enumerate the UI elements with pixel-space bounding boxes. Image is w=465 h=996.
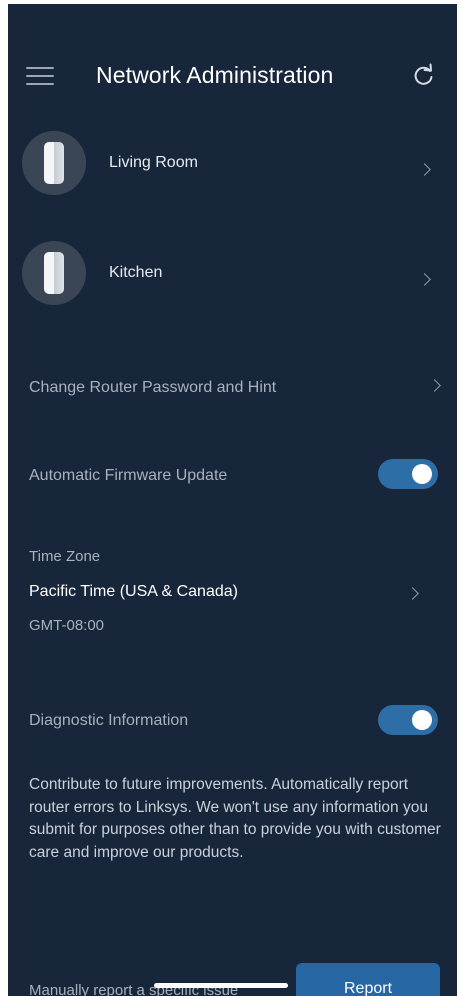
router-node-icon: [22, 131, 86, 195]
timezone-label: Time Zone: [29, 548, 101, 565]
chevron-right-icon[interactable]: [406, 587, 419, 600]
change-password-label: Change Router Password and Hint: [29, 379, 277, 396]
chevron-right-icon: [418, 273, 431, 286]
chevron-right-icon: [428, 379, 441, 392]
node-row-living-room[interactable]: Living Room: [8, 131, 457, 201]
firmware-update-toggle[interactable]: [378, 459, 438, 489]
toggle-knob: [412, 710, 432, 730]
chevron-right-icon: [418, 163, 431, 176]
diagnostic-info-toggle[interactable]: [378, 705, 438, 735]
node-row-kitchen[interactable]: Kitchen: [8, 241, 457, 311]
home-indicator: [154, 983, 288, 988]
timezone-offset: GMT-08:00: [29, 617, 105, 634]
network-administration-screen: Network Administration Living Room Kitch…: [8, 4, 457, 996]
change-password-row[interactable]: Change Router Password and Hint: [8, 372, 457, 412]
diagnostic-description: Contribute to future improvements. Autom…: [29, 776, 441, 861]
report-button[interactable]: Report: [296, 963, 440, 996]
hamburger-menu-icon[interactable]: [26, 67, 54, 87]
page-title: Network Administration: [96, 62, 334, 88]
toggle-knob: [412, 464, 432, 484]
node-label: Kitchen: [109, 264, 163, 281]
diagnostic-info-row: Diagnostic Information: [8, 702, 457, 742]
refresh-icon[interactable]: [412, 63, 436, 87]
diagnostic-info-label: Diagnostic Information: [29, 712, 189, 729]
node-label: Living Room: [109, 154, 198, 171]
firmware-update-label: Automatic Firmware Update: [29, 467, 228, 484]
firmware-update-row: Automatic Firmware Update: [8, 456, 457, 496]
header-bar: Network Administration: [8, 54, 457, 98]
router-node-icon: [22, 241, 86, 305]
timezone-value[interactable]: Pacific Time (USA & Canada): [29, 583, 238, 601]
